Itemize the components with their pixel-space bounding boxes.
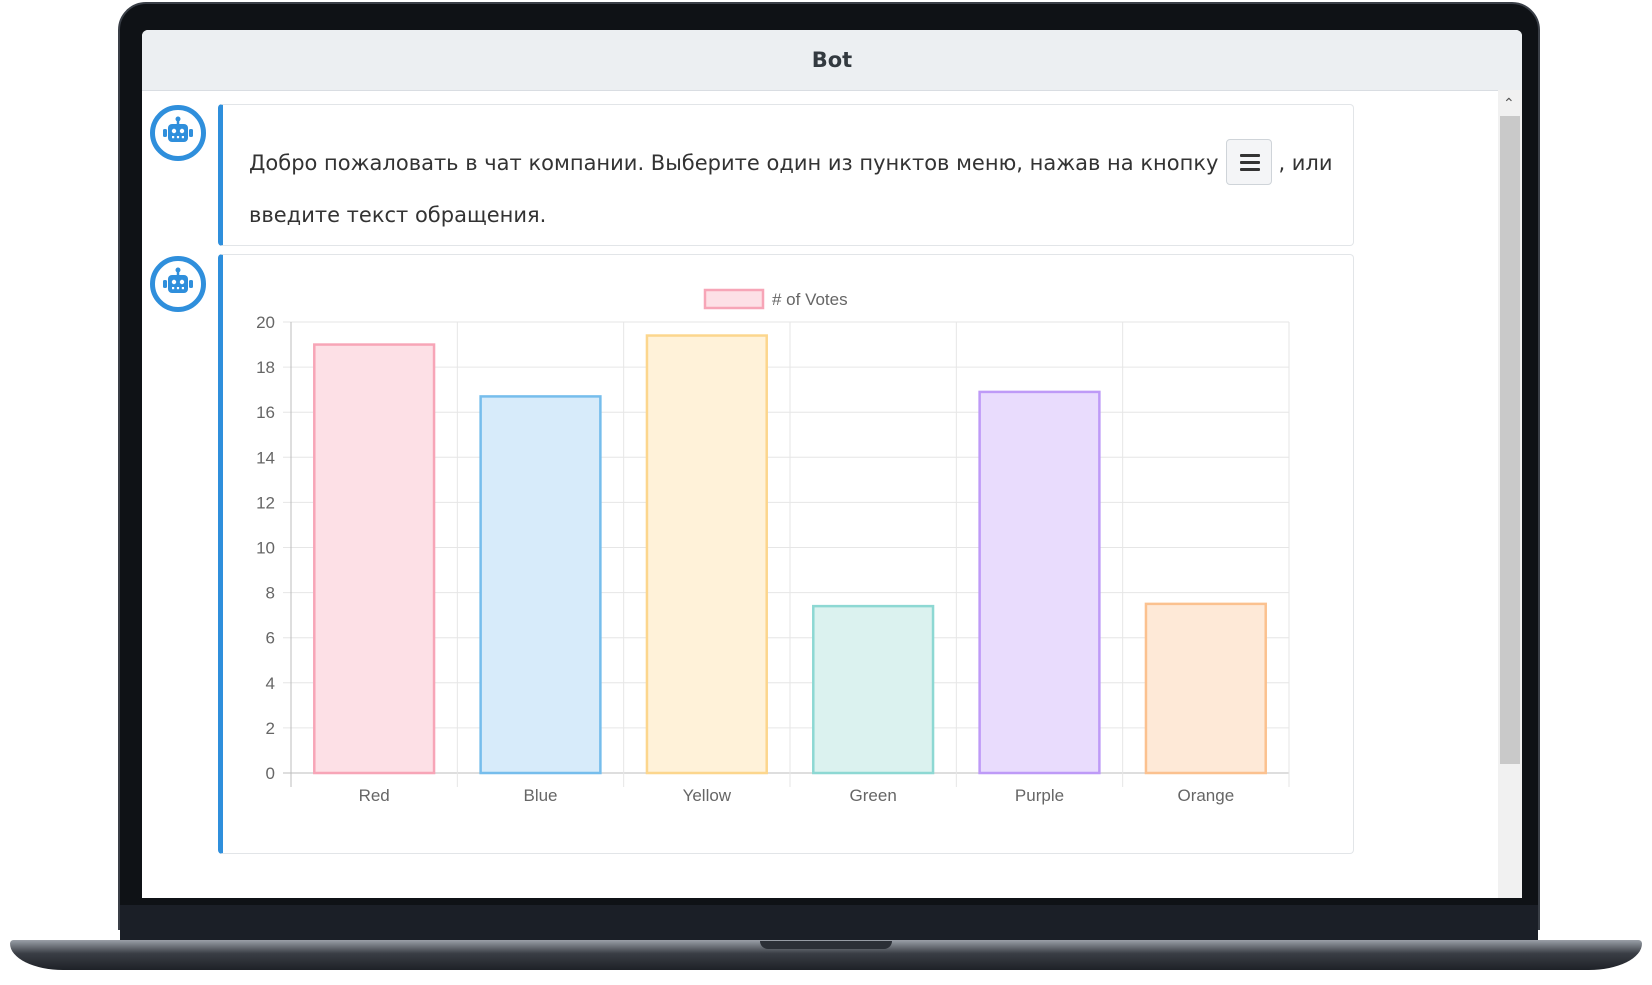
laptop-notch — [760, 941, 892, 949]
message-text-before: Добро пожаловать в чат компании. Выберит… — [249, 151, 1219, 175]
inline-menu-button[interactable] — [1226, 139, 1273, 185]
y-tick-label: 6 — [266, 629, 275, 648]
chat-window: Bot ⌃ Добро пожаловать в чат компании. В… — [142, 30, 1522, 898]
x-tick-label: Orange — [1177, 786, 1234, 805]
legend-swatch — [703, 288, 765, 310]
message-text: Добро пожаловать в чат компании. Выберит… — [249, 137, 1369, 241]
bot-avatar — [150, 105, 206, 161]
scroll-up-arrow-icon[interactable]: ⌃ — [1503, 96, 1515, 110]
y-tick-label: 4 — [266, 674, 275, 693]
x-tick-label: Red — [359, 786, 390, 805]
window-title: Bot — [811, 48, 853, 72]
bot-message-chart: 0 2 4 6 8 10 12 14 16 18 20 Red Blue Yellow Green Purpl… — [218, 254, 1354, 854]
x-tick-label: Purple — [1015, 786, 1064, 805]
bot-message-welcome: Добро пожаловать в чат компании. Выберит… — [218, 104, 1354, 246]
bar-red — [313, 343, 436, 775]
window-titlebar: Bot — [142, 30, 1522, 91]
x-tick-label: Blue — [523, 786, 557, 805]
y-tick-label: 16 — [256, 403, 275, 422]
scrollbar[interactable]: ⌃ — [1498, 90, 1522, 898]
y-tick-label: 2 — [266, 719, 275, 738]
bot-avatar — [150, 256, 206, 312]
y-tick-label: 14 — [256, 448, 275, 467]
y-tick-label: 18 — [256, 358, 275, 377]
votes-bar-chart: 0 2 4 6 8 10 12 14 16 18 20 Red Blue Yellow Green Purpl… — [256, 288, 1290, 805]
bar-purple — [978, 390, 1101, 775]
robot-icon — [163, 116, 193, 142]
y-tick-label: 0 — [266, 764, 275, 783]
scrollbar-thumb[interactable] — [1500, 116, 1520, 764]
y-tick-label: 20 — [256, 313, 275, 332]
legend-label: # of Votes — [772, 290, 848, 309]
bar-yellow — [645, 334, 768, 775]
y-tick-label: 12 — [256, 493, 275, 512]
y-tick-label: 8 — [266, 584, 275, 603]
laptop-chin — [120, 905, 1538, 945]
bar-green — [812, 604, 935, 775]
bar-blue — [479, 395, 602, 775]
x-tick-label: Green — [850, 786, 897, 805]
robot-icon — [163, 267, 193, 293]
y-tick-label: 10 — [256, 539, 275, 558]
bar-orange — [1144, 602, 1267, 775]
x-tick-label: Yellow — [683, 786, 732, 805]
